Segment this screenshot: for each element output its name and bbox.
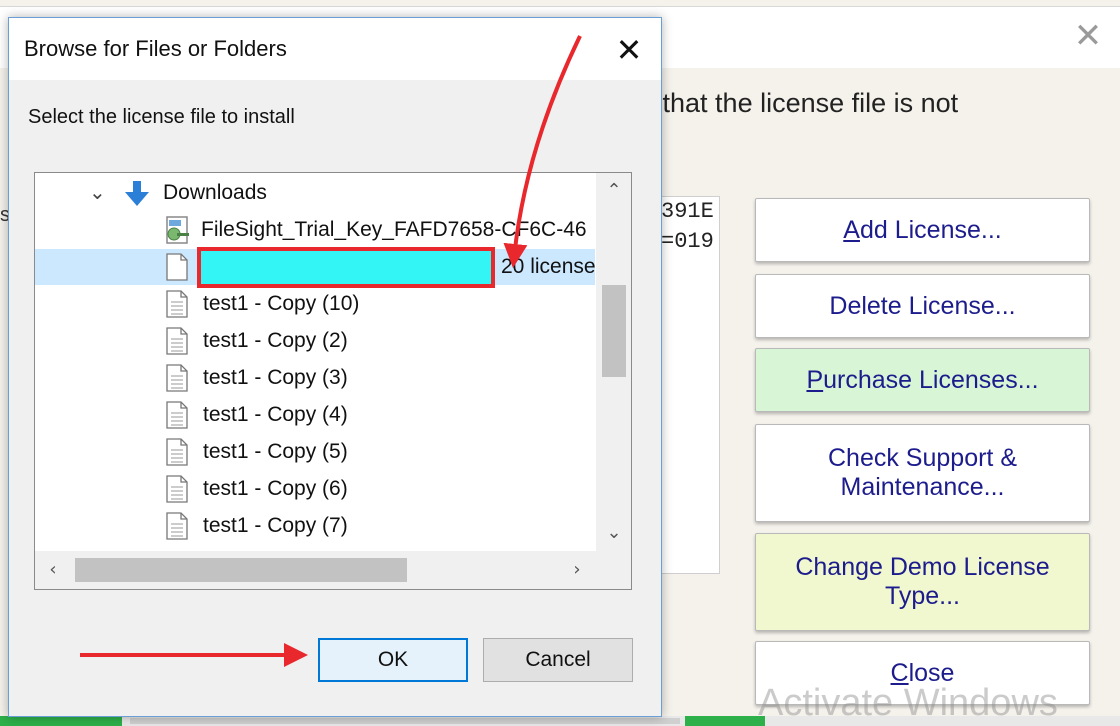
tree-item-label: 20 license — [501, 255, 596, 278]
text-file-icon — [166, 401, 188, 429]
scroll-left-icon[interactable]: ‹ — [35, 551, 71, 589]
tree-item-selected[interactable]: 20 license — [35, 247, 596, 288]
change-demo-license-button[interactable]: Change Demo License Type... — [755, 533, 1090, 631]
strip-divider — [130, 718, 680, 724]
text-file-icon — [166, 475, 188, 503]
license-list-line: 391E — [661, 199, 714, 224]
license-listbox[interactable]: 391E =019 — [660, 196, 720, 574]
delete-license-button[interactable]: Delete License... — [755, 274, 1090, 338]
tree-item-label: FileSight_Trial_Key_FAFD7658-CF6C-46 — [201, 218, 587, 241]
tree-item[interactable]: test1 - Copy (7) — [35, 508, 595, 544]
cancel-button[interactable]: Cancel — [483, 638, 633, 682]
tree-item-label: test1 - Copy (2) — [203, 329, 348, 352]
license-info-text: e that the license file is not — [640, 88, 959, 118]
tree-item[interactable]: test1 - Copy (4) — [35, 397, 595, 433]
check-support-label: Check Support & Maintenance... — [828, 444, 1017, 502]
progress-segment — [685, 716, 765, 726]
folder-tree[interactable]: ⌄ Downloads FileSight_Trial_Key_FAFD7658… — [34, 172, 632, 590]
add-license-label: Add License... — [843, 216, 1001, 245]
horizontal-scrollbar[interactable]: ‹ › — [35, 551, 596, 589]
ok-button[interactable]: OK — [318, 638, 468, 682]
check-support-line1: Check Support & — [828, 444, 1017, 472]
license-manager-close-icon[interactable]: ✕ — [1070, 18, 1106, 54]
vertical-scroll-thumb[interactable] — [602, 285, 626, 377]
text-file-icon — [166, 512, 188, 540]
text-file-icon — [166, 290, 188, 318]
vertical-scrollbar[interactable]: ⌃ ⌄ — [596, 173, 631, 551]
text-file-icon — [166, 438, 188, 466]
tree-item[interactable]: test1 - Copy (10) — [35, 286, 595, 322]
tree-item-label: test1 - Copy (6) — [203, 477, 348, 500]
chevron-down-icon[interactable]: ⌄ — [89, 175, 106, 211]
tree-item-label: test1 - Copy (3) — [203, 366, 348, 389]
browse-dialog: Browse for Files or Folders ✕ Select the… — [8, 17, 662, 717]
file-icon — [166, 253, 188, 281]
scroll-right-icon[interactable]: › — [559, 551, 595, 589]
text-file-icon — [166, 364, 188, 392]
tree-item[interactable]: FileSight_Trial_Key_FAFD7658-CF6C-46 — [35, 212, 595, 248]
add-license-accel: A — [843, 215, 860, 244]
tree-item[interactable]: test1 - Copy (2) — [35, 323, 595, 359]
tree-item[interactable]: test1 - Copy (3) — [35, 360, 595, 396]
dialog-close-icon[interactable]: ✕ — [609, 30, 649, 70]
horizontal-scroll-thumb[interactable] — [75, 558, 407, 582]
redaction-box — [197, 247, 495, 288]
dialog-title-bar[interactable]: Browse for Files or Folders ✕ — [9, 18, 661, 80]
taskbar-strip — [0, 716, 1120, 726]
purchase-rest: urchase Licenses... — [823, 365, 1039, 394]
add-license-button[interactable]: Add License... — [755, 198, 1090, 262]
download-arrow-icon — [125, 181, 149, 206]
dialog-prompt: Select the license file to install — [28, 106, 295, 128]
tree-folder-downloads[interactable]: ⌄ Downloads — [35, 175, 595, 211]
key-file-icon — [166, 216, 189, 244]
change-demo-line1: Change Demo License — [795, 553, 1050, 581]
purchase-licenses-label: Purchase Licenses... — [806, 366, 1038, 395]
purchase-accel: P — [806, 365, 824, 394]
scroll-up-icon[interactable]: ⌃ — [596, 173, 631, 209]
text-file-icon — [166, 327, 188, 355]
tree-item[interactable]: test1 - Copy (6) — [35, 471, 595, 507]
tree-item-label: test1 - Copy (4) — [203, 403, 348, 426]
tree-item-label: test1 - Copy (7) — [203, 514, 348, 537]
scrollbar-corner — [596, 551, 631, 589]
add-license-rest: dd License... — [859, 215, 1002, 244]
dialog-title: Browse for Files or Folders — [24, 36, 287, 61]
change-demo-label: Change Demo License Type... — [795, 553, 1049, 611]
scroll-down-icon[interactable]: ⌄ — [596, 515, 631, 551]
purchase-licenses-button[interactable]: Purchase Licenses... — [755, 348, 1090, 412]
change-demo-line2: Type... — [884, 582, 961, 610]
tree-item[interactable]: test1 - Copy (5) — [35, 434, 595, 470]
tree-item-label: test1 - Copy (5) — [203, 440, 348, 463]
delete-license-label: Delete License... — [829, 291, 1016, 320]
license-list-line: =019 — [661, 229, 714, 254]
tree-folder-label: Downloads — [163, 181, 267, 204]
check-support-button[interactable]: Check Support & Maintenance... — [755, 424, 1090, 522]
progress-segment — [0, 716, 122, 726]
check-support-line2: Maintenance... — [840, 473, 1005, 501]
tree-item-label: test1 - Copy (10) — [203, 292, 360, 315]
